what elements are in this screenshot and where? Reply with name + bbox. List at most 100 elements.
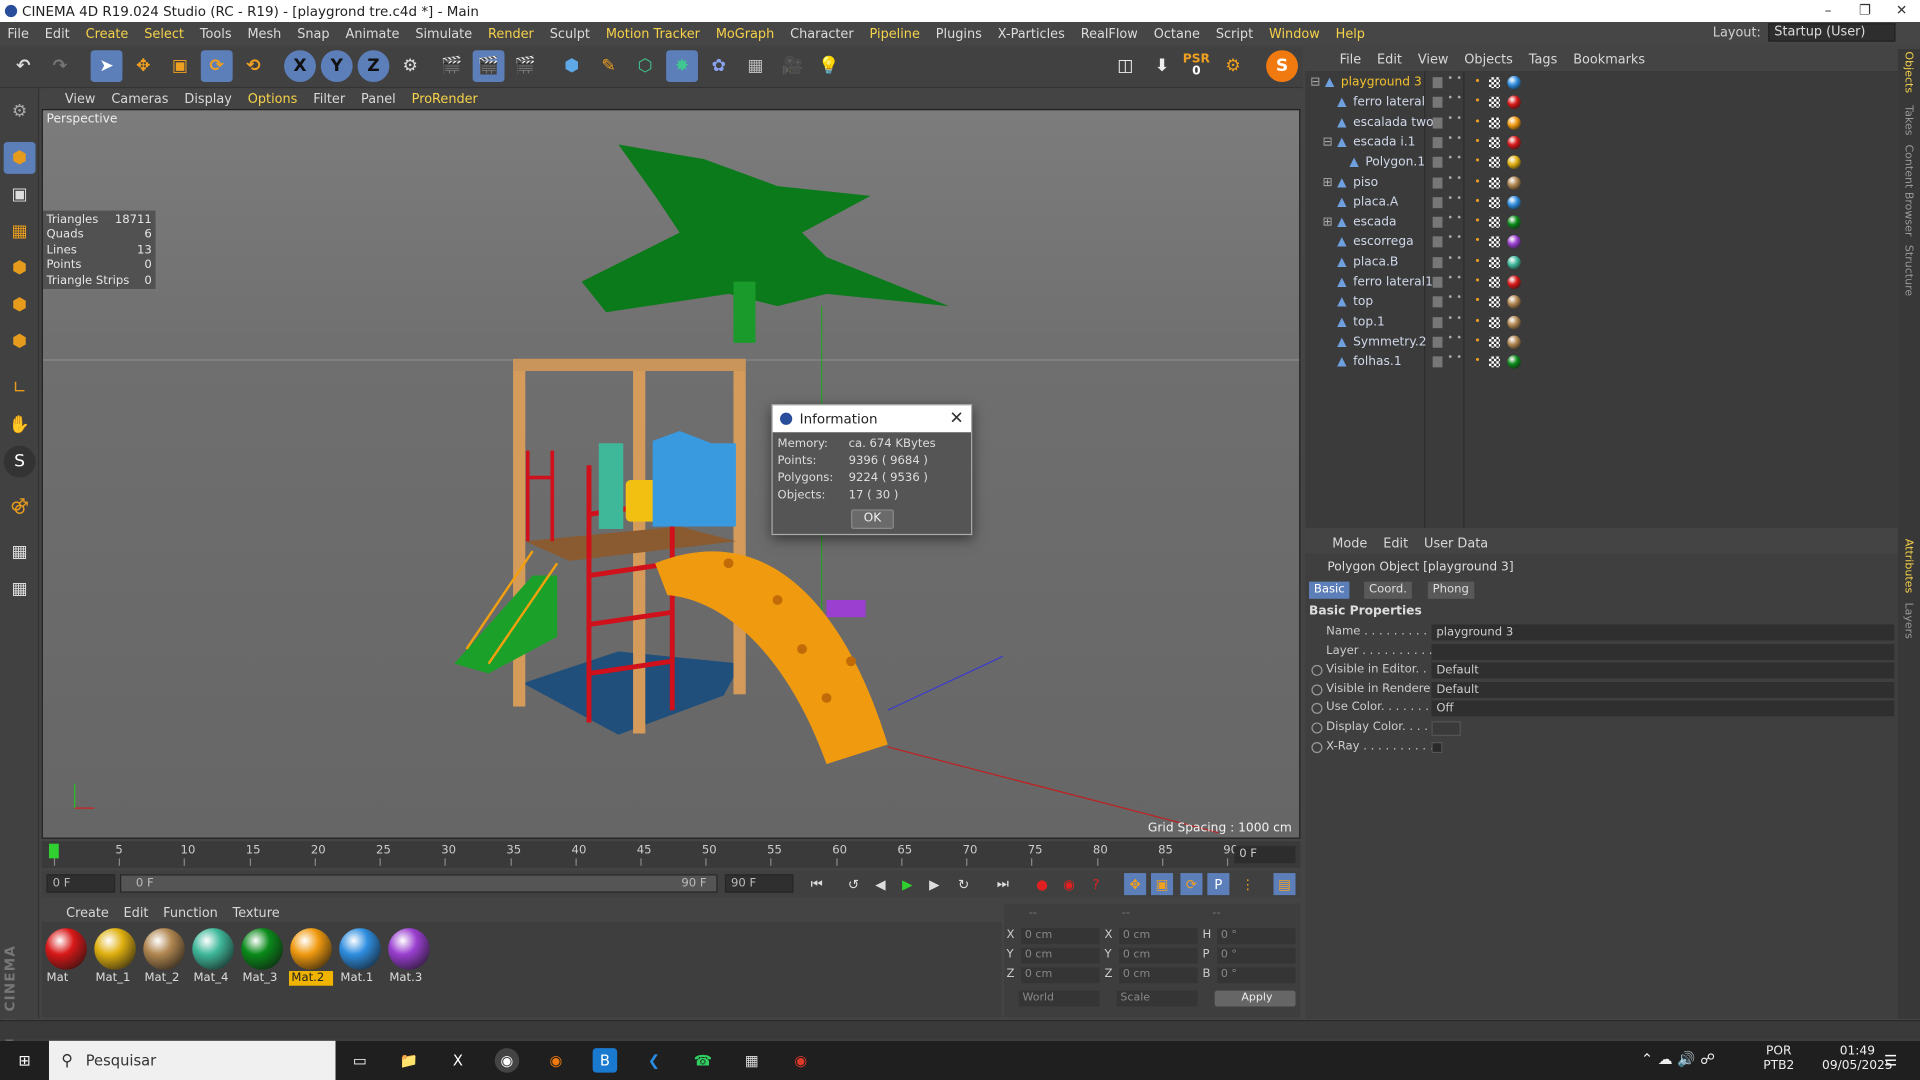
- menu-window[interactable]: Window: [1269, 26, 1320, 41]
- collapse-icon[interactable]: ⊟: [1310, 77, 1321, 89]
- render-toggle-icon[interactable]: • •: [1447, 153, 1462, 163]
- apply-button[interactable]: Apply: [1214, 990, 1296, 1007]
- polygons-mode-icon[interactable]: ⬢: [4, 326, 36, 358]
- record-icon[interactable]: ●: [1031, 873, 1053, 895]
- render-toggle-icon[interactable]: • •: [1447, 352, 1462, 362]
- render-toggle-icon[interactable]: • •: [1447, 332, 1462, 342]
- attribute-menu-user-data[interactable]: User Data: [1424, 536, 1488, 551]
- start-frame-field[interactable]: 0 F: [46, 874, 116, 893]
- phong-tag-icon[interactable]: •: [1474, 116, 1481, 128]
- visibility-toggle-icon[interactable]: [1432, 356, 1443, 368]
- viewport-menu-view[interactable]: View: [65, 91, 96, 106]
- render-toggle-icon[interactable]: • •: [1447, 193, 1462, 203]
- magnet-icon[interactable]: ⚣: [4, 490, 36, 522]
- object-row[interactable]: ▲ top • • •: [1305, 292, 1898, 313]
- expand-icon[interactable]: ⊞: [1322, 176, 1333, 188]
- object-name[interactable]: Symmetry.2: [1353, 335, 1426, 348]
- object-name[interactable]: escorrega: [1353, 236, 1414, 249]
- cube-icon[interactable]: ⬢: [556, 50, 588, 82]
- object-name[interactable]: placa.B: [1353, 256, 1398, 269]
- next-key-icon[interactable]: ↻: [953, 873, 975, 895]
- render-toggle-icon[interactable]: • •: [1447, 312, 1462, 322]
- uvw-tag-icon[interactable]: [1488, 97, 1501, 109]
- phong-tag-icon[interactable]: •: [1474, 216, 1481, 228]
- object-menu-bookmarks[interactable]: Bookmarks: [1573, 52, 1645, 67]
- menu-plugins[interactable]: Plugins: [936, 26, 982, 41]
- object-row[interactable]: ▲ folhas.1 • • •: [1305, 352, 1898, 373]
- scene-icon[interactable]: ◫: [1109, 50, 1141, 82]
- viewport-menu-display[interactable]: Display: [184, 91, 231, 106]
- notifications-icon[interactable]: ☰: [1878, 1048, 1902, 1072]
- viewport-menu-cameras[interactable]: Cameras: [111, 91, 168, 106]
- material-tag-icon[interactable]: [1507, 355, 1521, 369]
- coord-field[interactable]: 0 °: [1217, 967, 1296, 984]
- layout-dropdown[interactable]: Startup (User): [1768, 23, 1896, 42]
- playhead[interactable]: [48, 843, 59, 859]
- menu-mograph[interactable]: MoGraph: [716, 26, 774, 41]
- menu-help[interactable]: Help: [1336, 26, 1365, 41]
- side-tab-content-browser[interactable]: Content Browser: [1902, 144, 1914, 236]
- uvw-tag-icon[interactable]: [1488, 296, 1501, 308]
- parameter-key-icon[interactable]: P: [1207, 873, 1230, 896]
- timeline-ruler[interactable]: 051015202530354045505560657075808590 0 F: [41, 841, 1301, 869]
- object-name[interactable]: folhas.1: [1353, 355, 1402, 368]
- scale-key-icon[interactable]: ▣: [1151, 873, 1174, 896]
- animation-radio-icon[interactable]: [1311, 722, 1323, 734]
- render-toggle-icon[interactable]: • •: [1447, 252, 1462, 262]
- material-swatch[interactable]: Mat_2: [142, 927, 186, 984]
- coord-field[interactable]: 0 cm: [1021, 967, 1100, 984]
- go-to-end-icon[interactable]: ⏭: [992, 873, 1014, 895]
- animation-radio-icon[interactable]: [1311, 665, 1323, 677]
- coordinate-system-icon[interactable]: ⚙: [394, 50, 426, 82]
- windows-start-icon[interactable]: ⊞: [12, 1048, 36, 1072]
- phong-tag-icon[interactable]: •: [1474, 295, 1481, 307]
- object-menu-tags[interactable]: Tags: [1529, 52, 1557, 67]
- object-name[interactable]: escada i.1: [1353, 136, 1415, 149]
- tab-phong[interactable]: Phong: [1427, 581, 1474, 599]
- array-icon[interactable]: ✸: [666, 50, 698, 83]
- position-key-icon[interactable]: ✥: [1124, 873, 1147, 896]
- menu-snap[interactable]: Snap: [297, 26, 329, 41]
- render-view-icon[interactable]: 🎬: [436, 50, 468, 82]
- auto-key-icon[interactable]: ◉: [1058, 873, 1080, 895]
- close-icon[interactable]: ✕: [949, 409, 963, 429]
- animation-radio-icon[interactable]: [1311, 684, 1323, 696]
- object-name[interactable]: ferro lateral: [1353, 96, 1425, 109]
- menu-pipeline[interactable]: Pipeline: [870, 26, 920, 41]
- lock-workplane-icon[interactable]: ▦: [4, 536, 36, 568]
- chrome-icon[interactable]: ◉: [789, 1048, 813, 1072]
- side-tab-attributes[interactable]: Attributes: [1902, 539, 1914, 593]
- uvw-tag-icon[interactable]: [1488, 156, 1501, 168]
- uvw-tag-icon[interactable]: [1488, 196, 1501, 208]
- object-name[interactable]: escalada two: [1353, 116, 1434, 129]
- menu-sculpt[interactable]: Sculpt: [550, 26, 590, 41]
- material-tag-icon[interactable]: [1507, 135, 1521, 150]
- phong-tag-icon[interactable]: •: [1474, 276, 1481, 288]
- material-tag-icon[interactable]: [1507, 315, 1521, 329]
- side-tab-takes[interactable]: Takes: [1902, 105, 1914, 135]
- material-swatch[interactable]: Mat_3: [240, 927, 284, 984]
- vscode-icon[interactable]: ❮: [642, 1048, 666, 1072]
- object-row[interactable]: ▲ ferro lateral1 • • •: [1305, 272, 1898, 293]
- visibility-toggle-icon[interactable]: [1432, 117, 1443, 129]
- uvw-tag-icon[interactable]: [1488, 276, 1501, 288]
- menu-select[interactable]: Select: [144, 26, 184, 41]
- object-row[interactable]: ⊞ ▲ escada • • •: [1305, 213, 1898, 233]
- z-axis-icon[interactable]: Z: [357, 50, 390, 83]
- camera-icon[interactable]: 🎥: [776, 50, 808, 82]
- material-swatch[interactable]: Mat_1: [93, 927, 137, 984]
- rotate-tool-icon[interactable]: ⟳: [200, 50, 233, 83]
- object-row[interactable]: ⊞ ▲ piso • • •: [1305, 173, 1898, 193]
- psr-icon[interactable]: PSR 0: [1180, 50, 1212, 82]
- coord-field[interactable]: 0 cm: [1021, 928, 1100, 945]
- menu-render[interactable]: Render: [488, 26, 534, 41]
- attribute-field[interactable]: [1431, 643, 1895, 660]
- pla-key-icon[interactable]: ⋮: [1237, 873, 1259, 895]
- uvw-tag-icon[interactable]: [1488, 176, 1501, 188]
- blue-app-icon[interactable]: B: [592, 1048, 618, 1073]
- file-explorer-icon[interactable]: 📁: [397, 1048, 421, 1072]
- object-name[interactable]: piso: [1353, 176, 1378, 189]
- material-tag-icon[interactable]: [1507, 275, 1521, 289]
- visibility-toggle-icon[interactable]: [1432, 236, 1443, 248]
- language-label[interactable]: POR: [1763, 1044, 1794, 1059]
